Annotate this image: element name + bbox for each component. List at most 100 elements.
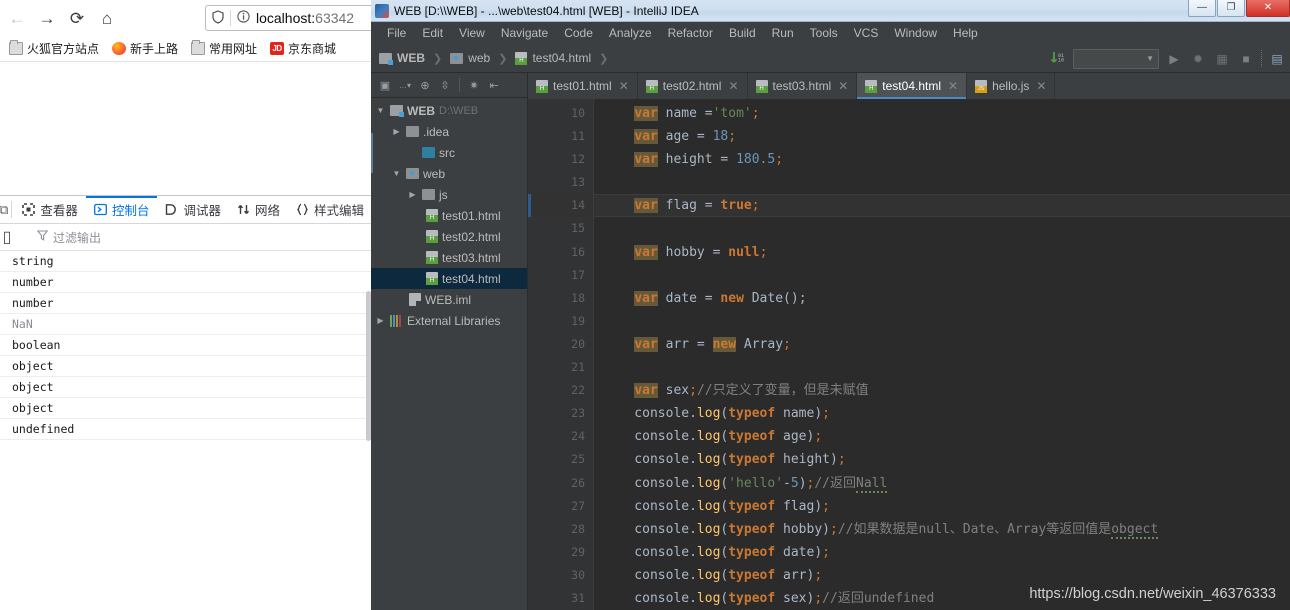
code-line[interactable] [594, 310, 1290, 333]
console-row[interactable]: undefined [0, 419, 372, 440]
code-line[interactable]: var name ='tom'; [594, 102, 1290, 125]
close-icon[interactable]: ✕ [728, 79, 738, 93]
back-icon[interactable]: ← [2, 3, 32, 33]
trash-icon[interactable]: ▯ [2, 227, 12, 247]
code-line[interactable]: var date = new Date(); [594, 287, 1290, 310]
menu-code[interactable]: Code [556, 24, 601, 42]
editor-tab-test03[interactable]: test03.html ✕ [748, 73, 858, 99]
run-icon[interactable]: ▶ [1165, 50, 1183, 68]
sort-numeric-icon[interactable]: 01 10 [1049, 50, 1067, 68]
editor-tab-test01[interactable]: test01.html ✕ [528, 73, 638, 99]
chevron-right-icon[interactable]: ▶ [407, 190, 418, 199]
run-configuration-combo[interactable]: ▼ [1073, 48, 1159, 69]
panel-splitter[interactable] [371, 133, 373, 173]
close-icon[interactable]: ✕ [1036, 79, 1046, 93]
home-icon[interactable]: ⌂ [92, 3, 122, 33]
devtools-tab-style-editor[interactable]: 样式编辑 [288, 196, 372, 223]
breadcrumb-module[interactable]: WEB [397, 51, 425, 65]
code-line[interactable]: console.log(typeof flag); [594, 495, 1290, 518]
console-row[interactable]: object [0, 356, 372, 377]
url-bar[interactable]: localhost:63342 [205, 5, 380, 31]
console-row[interactable]: number [0, 293, 372, 314]
devtools-tab-network[interactable]: 网络 [229, 196, 288, 223]
code-line[interactable]: var hobby = null; [594, 241, 1290, 264]
tree-node-web-folder[interactable]: ▼ web [371, 163, 527, 184]
code-line[interactable]: console.log(typeof hobby);//如果数据是null、Da… [594, 518, 1290, 541]
close-icon[interactable]: ✕ [619, 79, 629, 93]
code-line[interactable] [594, 217, 1290, 240]
menu-navigate[interactable]: Navigate [493, 24, 556, 42]
settings-gear-icon[interactable]: ✷ [466, 77, 482, 93]
forward-icon[interactable]: → [32, 3, 62, 33]
stop-icon[interactable]: ■ [1237, 50, 1255, 68]
close-icon[interactable]: ✕ [948, 79, 958, 93]
code-line[interactable]: console.log('hello'-5);//返回Nall [594, 472, 1290, 495]
line-number-gutter[interactable]: 10 11 12 13 14 15 16 17 18 19 20 21 22 2… [528, 99, 594, 610]
console-row[interactable]: boolean [0, 335, 372, 356]
console-row[interactable]: object [0, 398, 372, 419]
breadcrumb-file[interactable]: test04.html [532, 51, 591, 65]
tree-node-test01[interactable]: test01.html [371, 205, 527, 226]
coverage-icon[interactable]: ▦ [1213, 50, 1231, 68]
code-line[interactable]: console.log(typeof age); [594, 425, 1290, 448]
code-line[interactable]: console.log(typeof date); [594, 541, 1290, 564]
console-row[interactable]: string [0, 251, 372, 272]
breadcrumb-folder[interactable]: web [468, 51, 490, 65]
bookmark-item-2[interactable]: 常用网址 [186, 38, 262, 59]
code-line[interactable] [594, 171, 1290, 194]
tree-node-src[interactable]: ▶ src [371, 142, 527, 163]
bookmark-item-1[interactable]: 新手上路 [107, 38, 183, 59]
menu-refactor[interactable]: Refactor [660, 24, 721, 42]
menu-tools[interactable]: Tools [802, 24, 846, 42]
menu-edit[interactable]: Edit [414, 24, 451, 42]
tree-node-external-libraries[interactable]: ▶ External Libraries [371, 310, 527, 331]
tree-node-web-iml[interactable]: WEB.iml [371, 289, 527, 310]
info-circle-icon[interactable] [237, 10, 250, 26]
minimize-button[interactable]: — [1188, 0, 1216, 17]
console-output[interactable]: string number number NaN boolean object … [0, 251, 372, 610]
code-line[interactable]: var height = 180.5; [594, 148, 1290, 171]
tree-node-test03[interactable]: test03.html [371, 247, 527, 268]
console-filter-input[interactable]: 过滤输出 [31, 229, 101, 246]
code-line[interactable]: var arr = new Array; [594, 333, 1290, 356]
tree-node-idea[interactable]: ▶ .idea [371, 121, 527, 142]
menu-vcs[interactable]: VCS [846, 24, 887, 42]
chevron-down-icon[interactable]: ▼ [391, 169, 402, 178]
code-line[interactable]: console.log(typeof arr); [594, 564, 1290, 587]
code-line[interactable]: var flag = true; [594, 194, 1290, 218]
code-line[interactable]: console.log(typeof name); [594, 402, 1290, 425]
menu-run[interactable]: Run [764, 24, 802, 42]
menu-build[interactable]: Build [721, 24, 764, 42]
tree-node-test02[interactable]: test02.html [371, 226, 527, 247]
bookmark-item-3[interactable]: JD 京东商城 [265, 38, 341, 59]
menu-view[interactable]: View [451, 24, 493, 42]
tree-node-test04[interactable]: test04.html [371, 268, 527, 289]
chevron-down-icon[interactable]: …▾ [397, 77, 413, 93]
project-view-icon[interactable]: ▣ [377, 77, 393, 93]
chevron-right-icon[interactable]: ▶ [375, 316, 386, 325]
reload-icon[interactable]: ⟳ [62, 3, 92, 33]
code-line[interactable]: var sex;//只定义了变量，但是未赋值 [594, 379, 1290, 402]
console-row[interactable]: number [0, 272, 372, 293]
menu-window[interactable]: Window [886, 24, 945, 42]
collapse-all-icon[interactable]: ⇳ [437, 77, 453, 93]
devtools-tab-console[interactable]: 控制台 [85, 196, 158, 223]
close-icon[interactable]: ✕ [838, 79, 848, 93]
code-line[interactable]: var age = 18; [594, 125, 1290, 148]
maximize-button[interactable]: ❐ [1217, 0, 1245, 17]
code-line[interactable] [594, 264, 1290, 287]
chevron-right-icon[interactable]: ▶ [391, 127, 402, 136]
devtools-picker-icon[interactable]: ⧉ [0, 196, 8, 223]
menu-file[interactable]: File [379, 24, 414, 42]
chevron-down-icon[interactable]: ▼ [375, 106, 386, 115]
devtools-tab-debugger[interactable]: 调试器 [157, 196, 229, 223]
code-line[interactable]: console.log(typeof height); [594, 448, 1290, 471]
editor-tab-test04[interactable]: test04.html ✕ [857, 73, 968, 99]
debug-icon[interactable]: ✹ [1189, 50, 1207, 68]
tree-node-web[interactable]: ▼ WEB D:\WEB [371, 100, 527, 121]
tree-node-js[interactable]: ▶ js [371, 184, 527, 205]
bookmark-item-0[interactable]: 火狐官方站点 [4, 38, 104, 59]
devtools-tab-inspector[interactable]: 查看器 [14, 196, 86, 223]
editor-tab-test02[interactable]: test02.html ✕ [638, 73, 748, 99]
locate-icon[interactable]: ⊕ [417, 77, 433, 93]
